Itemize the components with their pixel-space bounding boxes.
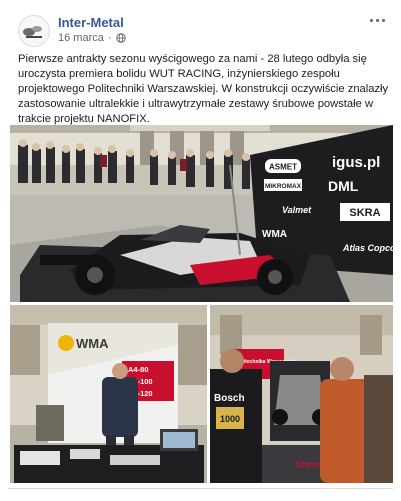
- post-divider: [8, 488, 393, 489]
- booth-brand: WMA: [76, 336, 109, 351]
- logo-wma: WMA: [262, 229, 287, 240]
- logo-asmet: ASMET: [269, 163, 297, 172]
- date-separator: ·: [107, 32, 112, 44]
- post-text: Pierwsze antrakty sezonu wyścigowego za …: [18, 53, 389, 125]
- inter-metal-logo: [19, 16, 49, 46]
- tshirt-sub: 1000: [220, 414, 240, 424]
- logo-mikromax: MIKROMAX: [265, 183, 302, 190]
- globe-icon: [115, 33, 126, 43]
- spec-a4-80: A4-80: [128, 365, 148, 374]
- more-horizontal-icon: [369, 18, 373, 22]
- tshirt-brand: Bosch: [214, 393, 245, 404]
- logo-valmet: Valmet: [282, 205, 312, 215]
- logo-atlas-copco: Atlas Copco: [342, 243, 393, 253]
- logo-dml: DML: [328, 178, 359, 194]
- photo-wma-booth[interactable]: WMA A4-80 A4-100 A4-120: [10, 305, 207, 483]
- post-date[interactable]: 16 marca: [58, 32, 104, 44]
- logo-skra: SKRA: [349, 207, 380, 219]
- photo-student-exhibit[interactable]: Politechnika Warszawska SzampTec Bosch 1…: [210, 305, 393, 483]
- photo-race-car[interactable]: ASMET igus.pl MIKROMAX DML Valmet SKRA W…: [10, 125, 393, 302]
- more-options-button[interactable]: [367, 12, 387, 28]
- page-name-link[interactable]: Inter-Metal: [58, 15, 124, 30]
- post-meta: 16 marca ·: [58, 32, 126, 44]
- facebook-post: Inter-Metal 16 marca · Pierwsze antrakty…: [0, 0, 401, 501]
- logo-igus: igus.pl: [332, 154, 380, 171]
- page-avatar[interactable]: [18, 15, 50, 47]
